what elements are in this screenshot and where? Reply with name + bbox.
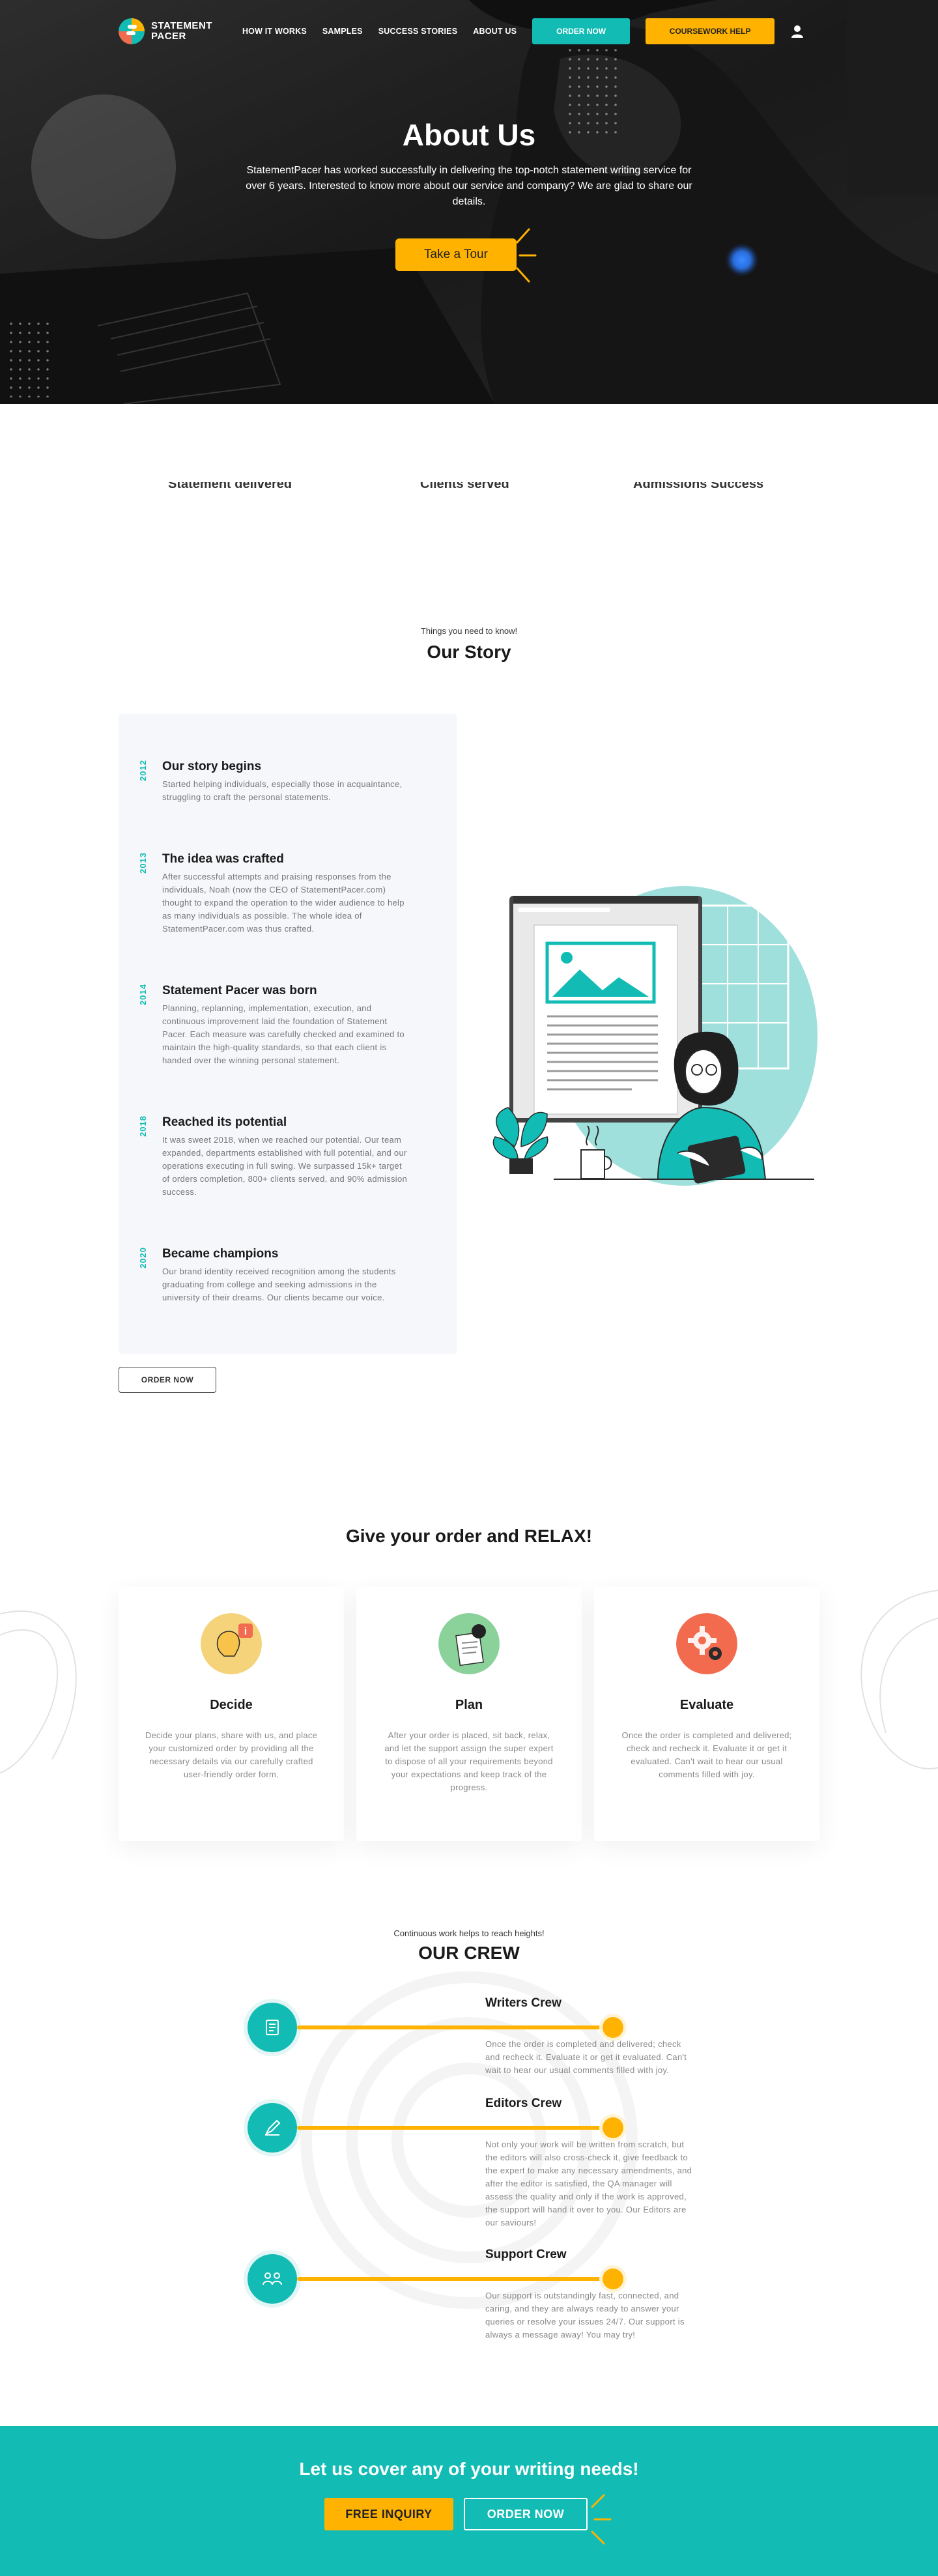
timeline-item-title: Our story begins [162,760,262,773]
user-icon[interactable] [790,24,804,38]
woman-with-tablet-illustration [492,886,817,1186]
brand-line1: STATEMENT [151,20,212,31]
stat-statements-delivered: Statement delivered [168,482,292,491]
story-title: Our Story [427,642,511,662]
cta-title: Let us cover any of your writing needs! [299,2459,639,2479]
timeline-year: 2014 [138,984,148,1005]
rays-decor-icon [591,2494,612,2545]
timeline-item-text: Started helping individuals, especially … [162,779,403,802]
decor-circle [31,94,176,239]
take-tour-button[interactable]: Take a Tour [395,238,517,271]
timeline-item: 2013 The idea was crafted After successf… [138,852,425,936]
step-title: Decide [210,1698,253,1712]
crew-connector [297,2025,616,2029]
crew-title: Support Crew [485,2248,567,2261]
svg-text:i: i [244,1626,247,1637]
hero-description: StatementPacer has worked successfully i… [246,165,692,207]
timeline-item-title: Became champions [162,1247,279,1261]
crew-marker [603,2268,623,2289]
crew-text: Not only your work will be written from … [485,2140,692,2227]
crew-kicker: Continuous work helps to reach heights! [393,1928,545,1938]
timeline-item-title: The idea was crafted [162,852,284,866]
cta-order-button[interactable]: ORDER NOW [464,2498,588,2530]
page-title: About Us [402,118,536,152]
timeline-year: 2018 [138,1115,148,1137]
nav-link-success-stories[interactable]: SUCCESS STORIES [378,27,458,36]
gear-icon [676,1613,737,1674]
stats-strip: Statement delivered Clients served Admis… [0,482,938,500]
crew-title: Editors Crew [485,2097,562,2110]
timeline-item-text: It was sweet 2018, when we reached our p… [162,1135,408,1197]
plan-icon [438,1613,500,1674]
timeline-item: 2018 Reached its potential It was sweet … [138,1115,425,1199]
idea-icon: i [201,1613,262,1674]
crew-text: Once the order is completed and delivere… [485,2039,687,2075]
decor-dots [7,319,52,397]
rays-decor-icon [516,228,537,283]
nav-links: HOW IT WORKS SAMPLES SUCCESS STORIES ABO… [242,27,517,36]
timeline-item-text: Our brand identity received recognition … [162,1267,396,1302]
main-nav: STATEMENT PACER HOW IT WORKS SAMPLES SUC… [117,14,821,48]
nav-order-button[interactable]: ORDER NOW [532,18,631,44]
story-order-button[interactable]: ORDER NOW [119,1367,216,1393]
crew-title: Writers Crew [485,1996,561,2010]
timeline-item: 2012 Our story begins Started helping in… [138,760,425,804]
cta-section: Let us cover any of your writing needs! … [0,2426,938,2576]
logo-icon [119,18,145,44]
brand-line2: PACER [151,31,186,42]
nav-link-how-it-works[interactable]: HOW IT WORKS [242,27,307,36]
brand-logo[interactable]: STATEMENT PACER [117,17,212,46]
step-text: Once the order is completed and delivere… [621,1730,792,1779]
step-card-evaluate: Evaluate Once the order is completed and… [594,1587,819,1841]
nav-coursework-button[interactable]: COURSEWORK HELP [646,18,775,44]
document-icon [266,2020,279,2035]
relax-title: Give your order and RELAX! [345,1526,593,1546]
story-timeline: 2012 Our story begins Started helping in… [119,714,457,1354]
step-card-plan: Plan After your order is placed, sit bac… [356,1587,582,1841]
timeline-item: 2020 Became champions Our brand identity… [138,1247,425,1304]
timeline-item-title: Reached its potential [162,1115,287,1129]
crew-icon-badge [248,2254,297,2304]
story-kicker: Things you need to know! [420,626,518,636]
step-card-decide: i Decide Decide your plans, share with u… [119,1587,344,1841]
nav-link-about-us[interactable]: ABOUT US [473,27,517,36]
step-title: Plan [455,1698,483,1712]
hero-section: STATEMENT PACER HOW IT WORKS SAMPLES SUC… [0,0,938,404]
timeline-item-text: After successful attempts and praising r… [162,872,405,934]
timeline-year: 2012 [138,760,148,781]
decor-orb [726,244,758,276]
step-text: Decide your plans, share with us, and pl… [145,1730,318,1779]
timeline-year: 2020 [138,1247,148,1268]
crew-marker [603,2017,623,2038]
free-inquiry-button[interactable]: FREE INQUIRY [324,2498,453,2530]
timeline-item-text: Planning, replanning, implementation, ex… [162,1003,405,1065]
pen-icon [264,2119,281,2136]
step-title: Evaluate [679,1698,734,1712]
step-text: After your order is placed, sit back, re… [384,1730,554,1792]
timeline-item: 2014 Statement Pacer was born Planning, … [138,984,425,1067]
crew-connector [297,2277,616,2281]
crew-icon-badge [248,2003,297,2052]
crew-marker [603,2117,623,2138]
support-icon [263,2272,282,2285]
stat-clients-served: Clients served [420,482,509,491]
crew-text: Our support is outstandingly fast, conne… [485,2291,685,2340]
timeline-item-title: Statement Pacer was born [162,984,317,997]
timeline-year: 2013 [138,852,148,874]
nav-link-samples[interactable]: SAMPLES [322,27,363,36]
crew-icon-badge [248,2103,297,2153]
stat-admissions-success: Admissions Success [633,482,764,491]
crew-connector [297,2126,616,2130]
